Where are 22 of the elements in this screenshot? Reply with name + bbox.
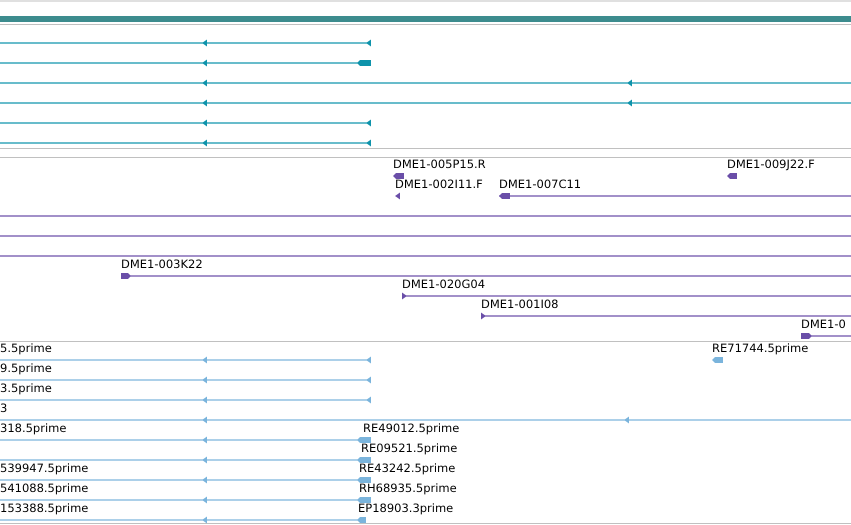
feature-label: 3.5prime	[0, 381, 52, 395]
feature-label: RE49012.5prime	[363, 421, 460, 435]
feature-label: DME1-0	[801, 317, 846, 331]
feature-label: EP18903.3prime	[358, 501, 454, 515]
feature-label: RH68935.5prime	[359, 481, 457, 495]
feature-label: 5.5prime	[0, 341, 52, 355]
feature-label: DME1-001I08	[481, 297, 558, 311]
feature-label: RE71744.5prime	[712, 341, 808, 355]
feature-label: 539947.5prime	[0, 461, 88, 475]
feature-label: DME1-002I11.F	[395, 177, 483, 191]
feature-label: DME1-005P15.R	[393, 157, 486, 171]
feature-label: 153388.5prime	[0, 501, 88, 515]
feature-label: 9.5prime	[0, 361, 52, 375]
feature-label: DME1-007C11	[499, 177, 582, 191]
feature-label: 3	[0, 401, 8, 415]
feature-label: 318.5prime	[0, 421, 66, 435]
feature-label: DME1-020G04	[402, 277, 486, 291]
feature-label: DME1-003K22	[121, 257, 203, 271]
feature-label: RE43242.5prime	[359, 461, 456, 475]
feature-label: DME1-009J22.F	[727, 157, 815, 171]
feature-label: 541088.5prime	[0, 481, 88, 495]
feature-label: RE09521.5prime	[361, 441, 458, 455]
